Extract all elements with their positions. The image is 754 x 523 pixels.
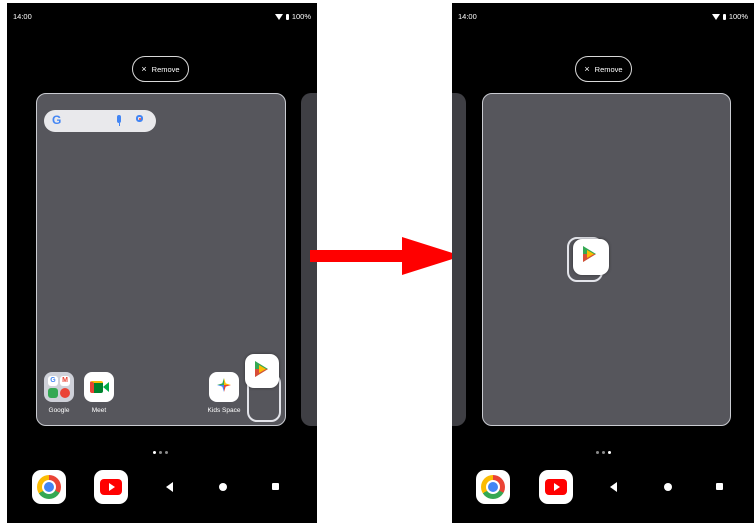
- screenshot-before: 14:00 100% × Remove G G M Google Meet Ki…: [7, 3, 317, 523]
- remove-label: Remove: [594, 64, 623, 74]
- status-right: 100%: [274, 12, 311, 21]
- chrome-icon[interactable]: [32, 470, 66, 504]
- app-label: Meet: [91, 407, 107, 414]
- kids-space-app[interactable]: Kids Space: [204, 372, 244, 414]
- page-indicator: [153, 451, 168, 454]
- battery-icon: [722, 13, 726, 20]
- google-folder[interactable]: G M Google: [39, 372, 79, 414]
- recents-icon[interactable]: [272, 483, 279, 490]
- page-dot: [165, 451, 168, 454]
- battery-level: 100%: [291, 12, 311, 21]
- page-dot: [159, 451, 162, 454]
- youtube-mini-icon: [60, 388, 70, 398]
- remove-label: Remove: [151, 64, 180, 74]
- home-screen-page[interactable]: G G M Google Meet Kids Space: [36, 93, 286, 426]
- arrow-shaft: [310, 250, 406, 262]
- remove-button[interactable]: × Remove: [132, 56, 189, 82]
- youtube-icon[interactable]: [94, 470, 128, 504]
- previous-page-peek[interactable]: [452, 93, 466, 426]
- page-dot: [596, 451, 599, 454]
- mic-icon[interactable]: [117, 115, 121, 126]
- back-icon[interactable]: [166, 482, 173, 492]
- page-indicator: [596, 451, 611, 454]
- status-bar: 14:00 100%: [7, 12, 317, 26]
- dock: [7, 470, 317, 506]
- wifi-icon: [711, 13, 720, 20]
- battery-level: 100%: [728, 12, 748, 21]
- app-label: Google: [48, 407, 70, 414]
- play-store-icon-dragging[interactable]: [573, 239, 609, 275]
- dock: [452, 470, 754, 506]
- close-icon: ×: [141, 63, 147, 74]
- app-label: Kids Space: [207, 407, 241, 414]
- close-icon: ×: [584, 63, 590, 74]
- google-search-bar[interactable]: G: [44, 110, 156, 132]
- home-icon[interactable]: [219, 483, 227, 491]
- youtube-icon[interactable]: [539, 470, 573, 504]
- battery-icon: [285, 13, 289, 20]
- google-mini-icon: G: [48, 376, 58, 386]
- kids-space-icon: [209, 372, 239, 402]
- screenshot-after: 14:00 100% × Remove: [452, 3, 754, 523]
- remove-button[interactable]: × Remove: [575, 56, 632, 82]
- page-dot: [608, 451, 611, 454]
- google-icon: G: [52, 113, 62, 127]
- home-icon[interactable]: [664, 483, 672, 491]
- chrome-icon[interactable]: [476, 470, 510, 504]
- home-screen-page-empty[interactable]: [482, 93, 731, 426]
- page-dot: [602, 451, 605, 454]
- status-bar: 14:00 100%: [452, 12, 754, 26]
- meet-app[interactable]: Meet: [79, 372, 119, 414]
- drive-mini-icon: [48, 388, 58, 398]
- wifi-icon: [274, 13, 283, 20]
- page-dot: [153, 451, 156, 454]
- recents-icon[interactable]: [716, 483, 723, 490]
- gmail-mini-icon: M: [60, 376, 70, 386]
- status-time: 14:00: [458, 12, 477, 21]
- status-right: 100%: [711, 12, 748, 21]
- status-time: 14:00: [13, 12, 32, 21]
- lens-icon[interactable]: [136, 115, 143, 122]
- folder-icon: G M: [44, 372, 74, 402]
- play-store-icon-dragging[interactable]: [245, 354, 279, 388]
- meet-icon: [84, 372, 114, 402]
- back-icon[interactable]: [610, 482, 617, 492]
